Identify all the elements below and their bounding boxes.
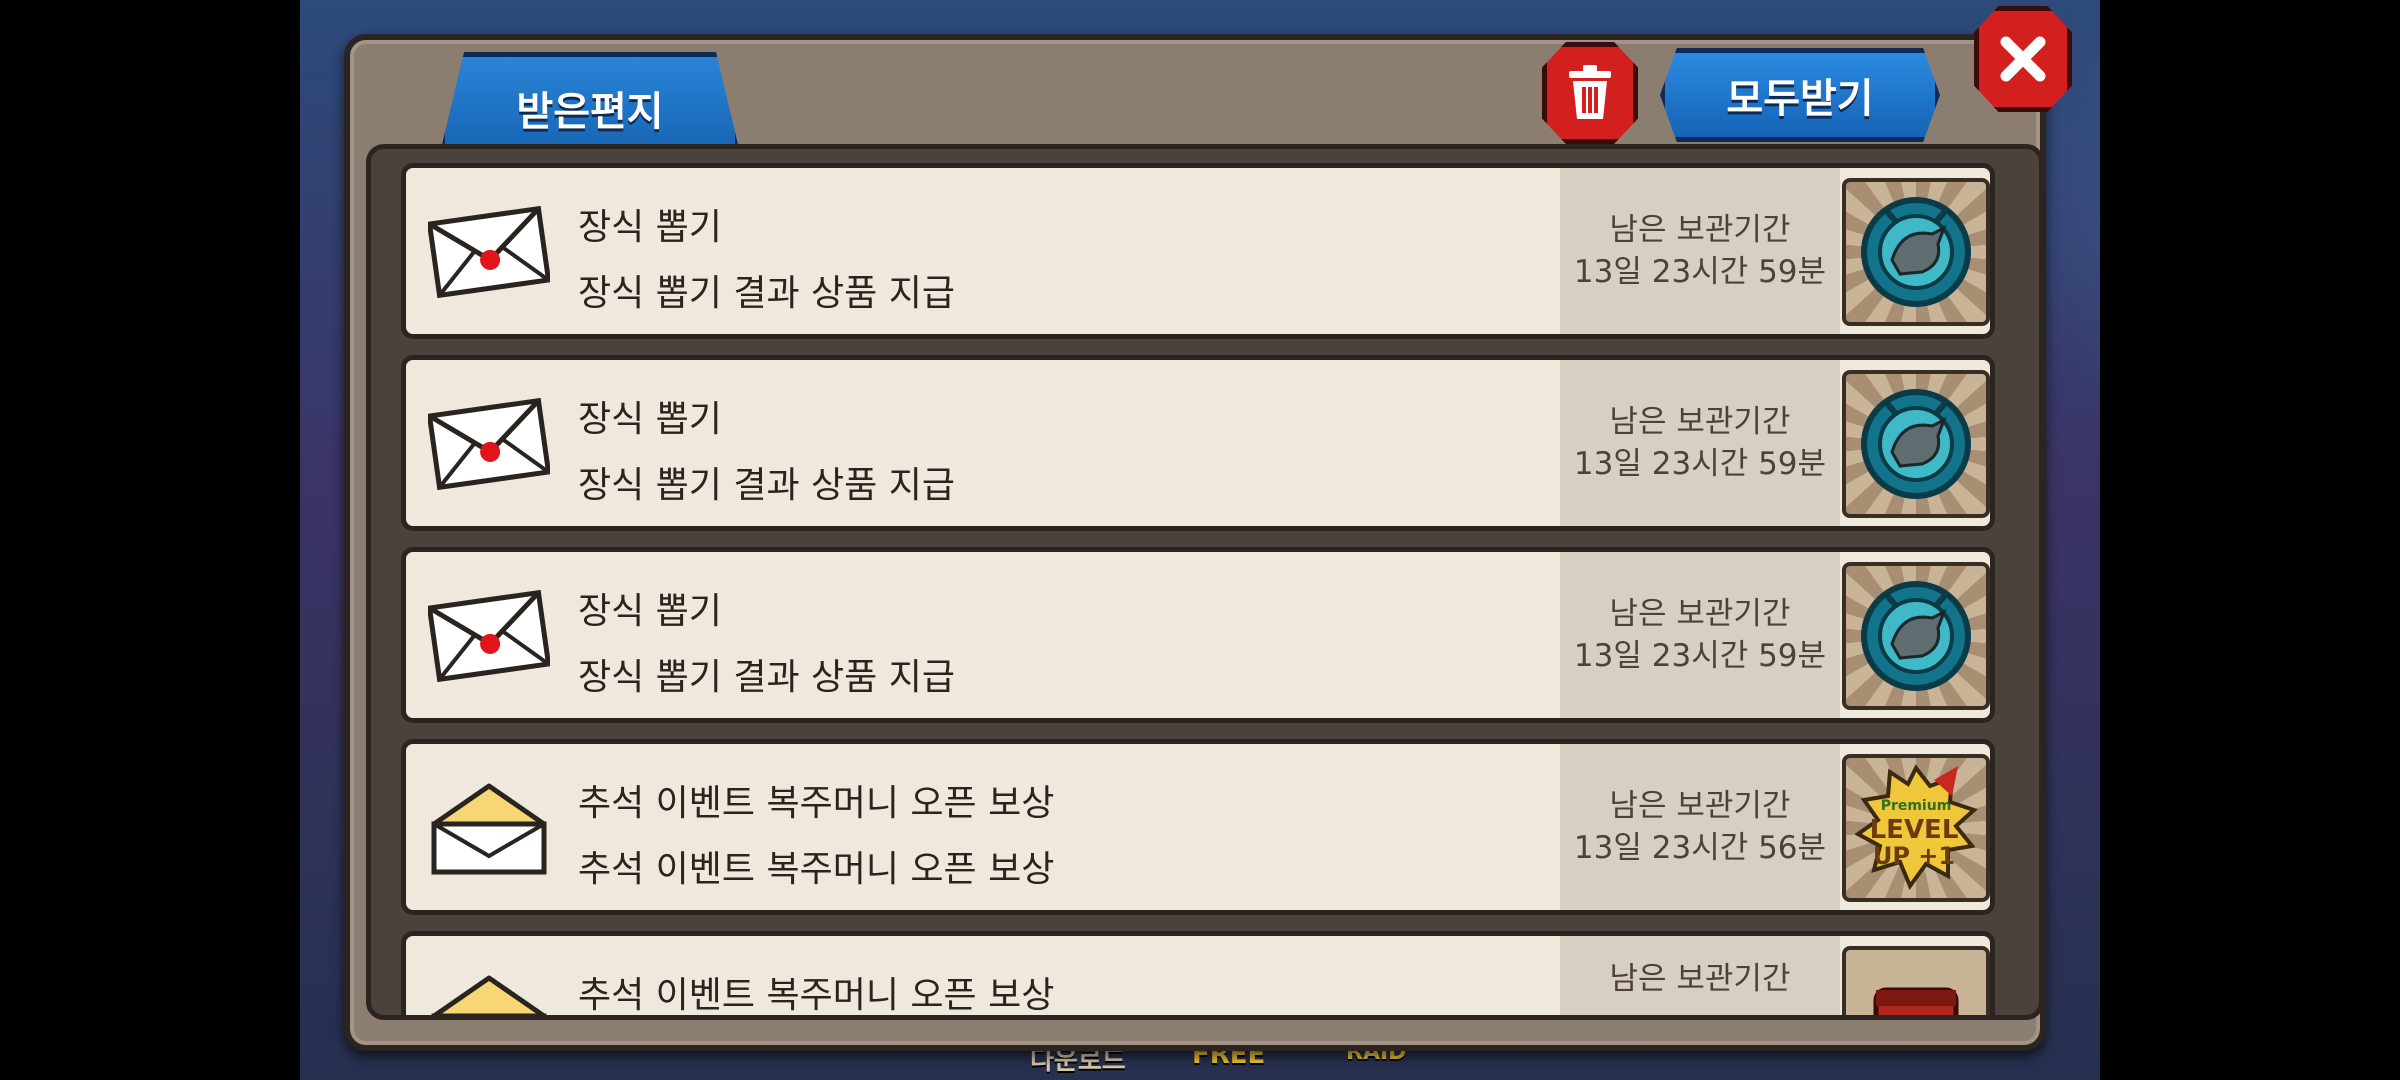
expiry-time: 13일 23시간 59분 [1573,446,1827,482]
expiry-label: 남은 보관기간 [1609,596,1791,632]
receive-all-label: 모두받기 [1726,76,1874,122]
mail-subtitle: 장식 뽑기 결과 상품 지급 [578,657,955,698]
reward-badge-top: Premium [1881,798,1952,814]
sealed-envelope-icon [428,205,550,299]
level-up-plus-one-icon: Premium LEVEL UP +1 [1854,764,1978,891]
expiry-time: 13일 23시간 56분 [1573,830,1827,866]
mail-row[interactable]: 장식 뽑기 장식 뽑기 결과 상품 지급 남은 보관기간 13일 23시간 59… [401,355,1995,531]
mail-expiry: 남은 보관기간 13일 23시간 56분 [1560,744,1840,910]
reward-badge-line1: LEVEL [1870,815,1959,845]
mail-list[interactable]: 장식 뽑기 장식 뽑기 결과 상품 지급 남은 보관기간 13일 23시간 59… [366,144,2044,1020]
close-icon [2000,36,2046,82]
dragon-emblem-icon [1861,581,1971,691]
expiry-time: 13일 23시간 59분 [1573,254,1827,290]
mail-expiry: 남은 보관기간 [1560,936,1840,1015]
expiry-label: 남은 보관기간 [1609,212,1791,248]
mail-subtitle: 추석 이벤트 복주머니 오픈 보상 [578,849,1055,890]
mail-subtitle: 장식 뽑기 결과 상품 지급 [578,273,955,314]
reward-slot[interactable]: Premium LEVEL UP +1 [1842,754,1990,902]
treasure-chest-icon [1873,987,1959,1015]
expiry-time: 13일 23시간 59분 [1573,638,1827,674]
trash-icon [1569,65,1611,119]
dragon-emblem-icon [1861,197,1971,307]
delete-button[interactable] [1542,42,1638,144]
open-envelope-icon [431,783,547,875]
mail-expiry: 남은 보관기간 13일 23시간 59분 [1560,552,1840,718]
reward-slot[interactable] [1842,370,1990,518]
reward-slot[interactable] [1842,946,1990,1015]
dragon-emblem-icon [1861,389,1971,499]
expiry-label: 남은 보관기간 [1609,788,1791,824]
sealed-envelope-icon [428,589,550,683]
mail-subtitle: 장식 뽑기 결과 상품 지급 [578,465,955,506]
sealed-envelope-icon [428,397,550,491]
tab-received-mail-label: 받은편지 [516,89,664,135]
mail-title: 장식 뽑기 [578,207,722,248]
tab-received-mail[interactable]: 받은편지 [440,52,740,153]
mail-row[interactable]: 추석 이벤트 복주머니 오픈 보상 남은 보관기간 [401,931,1995,1016]
close-button[interactable] [1974,6,2072,112]
mail-title: 추석 이벤트 복주머니 오픈 보상 [578,783,1055,824]
mail-title: 장식 뽑기 [578,591,722,632]
mail-expiry: 남은 보관기간 13일 23시간 59분 [1560,360,1840,526]
mail-title: 장식 뽑기 [578,399,722,440]
reward-badge-line2: UP +1 [1873,842,1955,870]
expiry-label: 남은 보관기간 [1609,961,1791,997]
reward-slot[interactable] [1842,178,1990,326]
open-envelope-icon [431,975,547,1015]
mail-row[interactable]: 장식 뽑기 장식 뽑기 결과 상품 지급 남은 보관기간 13일 23시간 59… [401,547,1995,723]
mail-row[interactable]: 추석 이벤트 복주머니 오픈 보상 추석 이벤트 복주머니 오픈 보상 남은 보… [401,739,1995,915]
mail-expiry: 남은 보관기간 13일 23시간 59분 [1560,168,1840,334]
mail-title: 추석 이벤트 복주머니 오픈 보상 [578,975,1055,1016]
expiry-label: 남은 보관기간 [1609,404,1791,440]
receive-all-button[interactable]: 모두받기 [1660,48,1940,142]
reward-slot[interactable] [1842,562,1990,710]
mail-row[interactable]: 장식 뽑기 장식 뽑기 결과 상품 지급 남은 보관기간 13일 23시간 59… [401,163,1995,339]
